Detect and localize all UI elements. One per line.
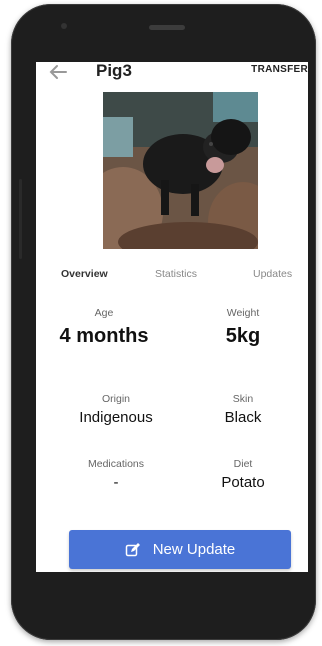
weight-label: Weight [226,307,260,319]
age-value: 4 months [59,325,149,347]
diet-label: Diet [233,458,253,470]
stat-medications: Medications - [56,458,176,491]
arrow-left-icon[interactable] [48,64,68,80]
page-title: Pig3 [96,62,132,80]
phone-frame: Pig3 TRANSFER Overview Statistics Update… [11,4,316,640]
camera-icon [61,23,67,29]
pig-photo [103,92,258,249]
app-screen: Pig3 TRANSFER Overview Statistics Update… [36,62,308,572]
tab-bar: Overview Statistics Updates [36,262,308,290]
stat-origin: Origin Indigenous [56,393,176,426]
speaker-grille [149,25,185,30]
tab-statistics[interactable]: Statistics [155,268,197,280]
stat-skin: Skin Black [183,393,303,426]
edit-icon [125,542,141,558]
tab-updates[interactable]: Updates [253,268,292,280]
stat-weight: Weight 5kg [183,307,303,348]
app-bar: Pig3 TRANSFER [36,62,308,88]
skin-value: Black [224,409,262,426]
medications-value: - [113,474,119,491]
transfer-button[interactable]: TRANSFER [251,64,308,75]
medications-label: Medications [87,458,145,470]
new-update-label: New Update [152,541,236,558]
side-button [19,179,22,259]
diet-value: Potato [221,474,265,491]
tab-overview[interactable]: Overview [61,268,108,280]
age-label: Age [94,307,114,319]
origin-value: Indigenous [79,409,153,426]
stat-diet: Diet Potato [183,458,303,491]
weight-value: 5kg [225,325,261,347]
stat-age: Age 4 months [44,307,164,348]
skin-label: Skin [232,393,254,405]
origin-label: Origin [101,393,130,405]
new-update-button[interactable]: New Update [69,530,291,569]
